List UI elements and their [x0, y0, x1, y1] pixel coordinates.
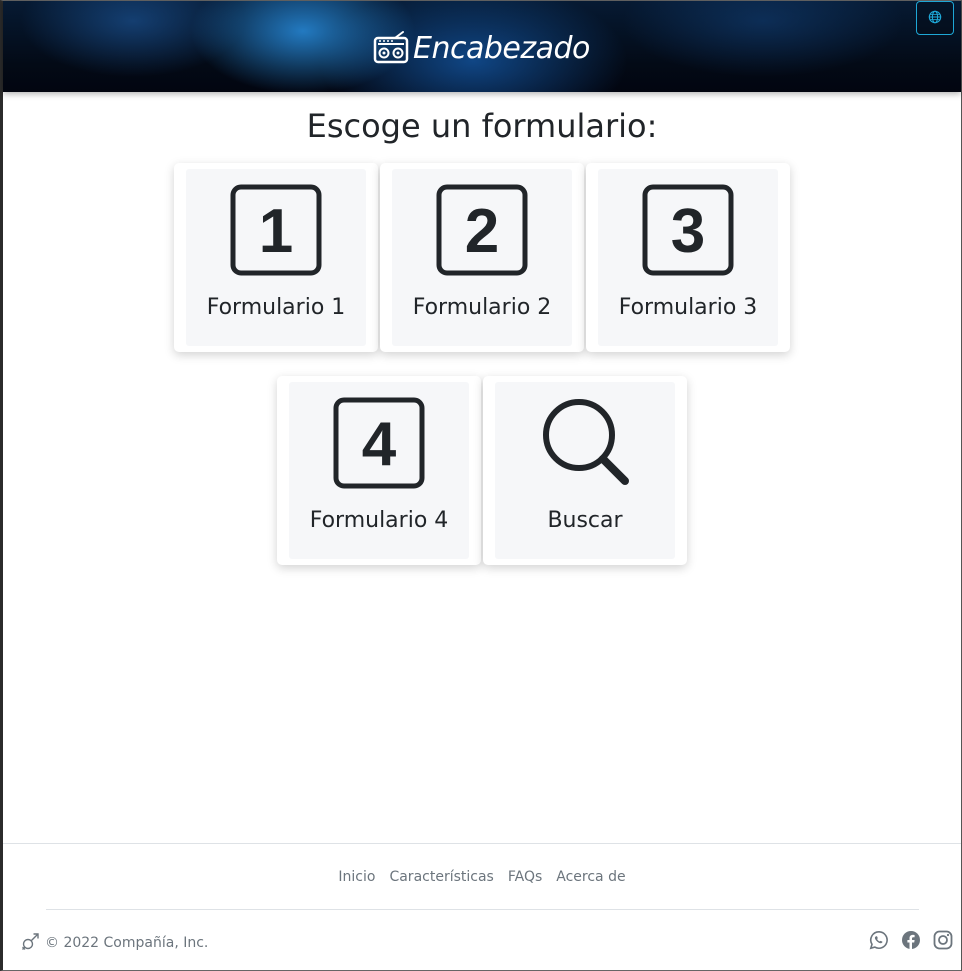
footer-link-acerca-de[interactable]: Acerca de [549, 869, 632, 885]
copyright-text: © 2022 Compañía, Inc. [45, 935, 209, 951]
square-1-icon: 1 [230, 184, 322, 276]
page-title: Escoge un formulario: [306, 107, 658, 145]
square-2-digit: 2 [465, 197, 499, 266]
language-button[interactable] [916, 1, 954, 35]
whatsapp-icon[interactable] [869, 930, 889, 950]
form-card-3-label: Formulario 3 [618, 295, 758, 320]
form-card-2-label: Formulario 2 [412, 295, 552, 320]
brand-link[interactable]: Encabezado [373, 25, 590, 71]
facebook-icon[interactable] [901, 930, 921, 950]
form-card-1-body: 1 Formulario 1 [186, 169, 366, 346]
square-4-digit: 4 [362, 410, 397, 479]
footer-divider [46, 909, 919, 910]
square-2-icon: 2 [436, 184, 528, 276]
square-3-digit: 3 [671, 197, 705, 266]
square-1-digit: 1 [259, 197, 293, 266]
footer-divider-top [3, 843, 961, 844]
copyright: © 2022 Compañía, Inc. [21, 931, 208, 955]
site-header: Encabezado [3, 1, 961, 92]
search-card-label: Buscar [547, 508, 623, 533]
form-card-4-label: Formulario 4 [309, 508, 449, 533]
form-card-1[interactable]: 1 Formulario 1 [174, 163, 378, 352]
globe-icon [928, 9, 942, 28]
form-card-1-label: Formulario 1 [206, 295, 346, 320]
form-card-4[interactable]: 4 Formulario 4 [277, 376, 481, 565]
square-3-icon: 3 [642, 184, 734, 276]
brand-title: Encabezado [413, 30, 590, 66]
gender-symbol-icon[interactable] [21, 931, 41, 955]
form-card-2-body: 2 Formulario 2 [392, 169, 572, 346]
footer-link-caracteristicas[interactable]: Características [382, 869, 500, 885]
footer-nav: Inicio Características FAQs Acerca de [3, 869, 961, 885]
radio-icon [373, 30, 409, 66]
social-links [869, 930, 953, 950]
footer-link-inicio[interactable]: Inicio [331, 869, 382, 885]
search-icon [539, 397, 631, 489]
footer-link-faqs[interactable]: FAQs [501, 869, 549, 885]
form-card-4-body: 4 Formulario 4 [289, 382, 469, 559]
form-card-3-body: 3 Formulario 3 [598, 169, 778, 346]
square-4-icon: 4 [333, 397, 425, 489]
search-card-body: Buscar [495, 382, 675, 559]
instagram-icon[interactable] [933, 930, 953, 950]
form-card-3[interactable]: 3 Formulario 3 [586, 163, 790, 352]
search-card[interactable]: Buscar [483, 376, 687, 565]
form-card-2[interactable]: 2 Formulario 2 [380, 163, 584, 352]
